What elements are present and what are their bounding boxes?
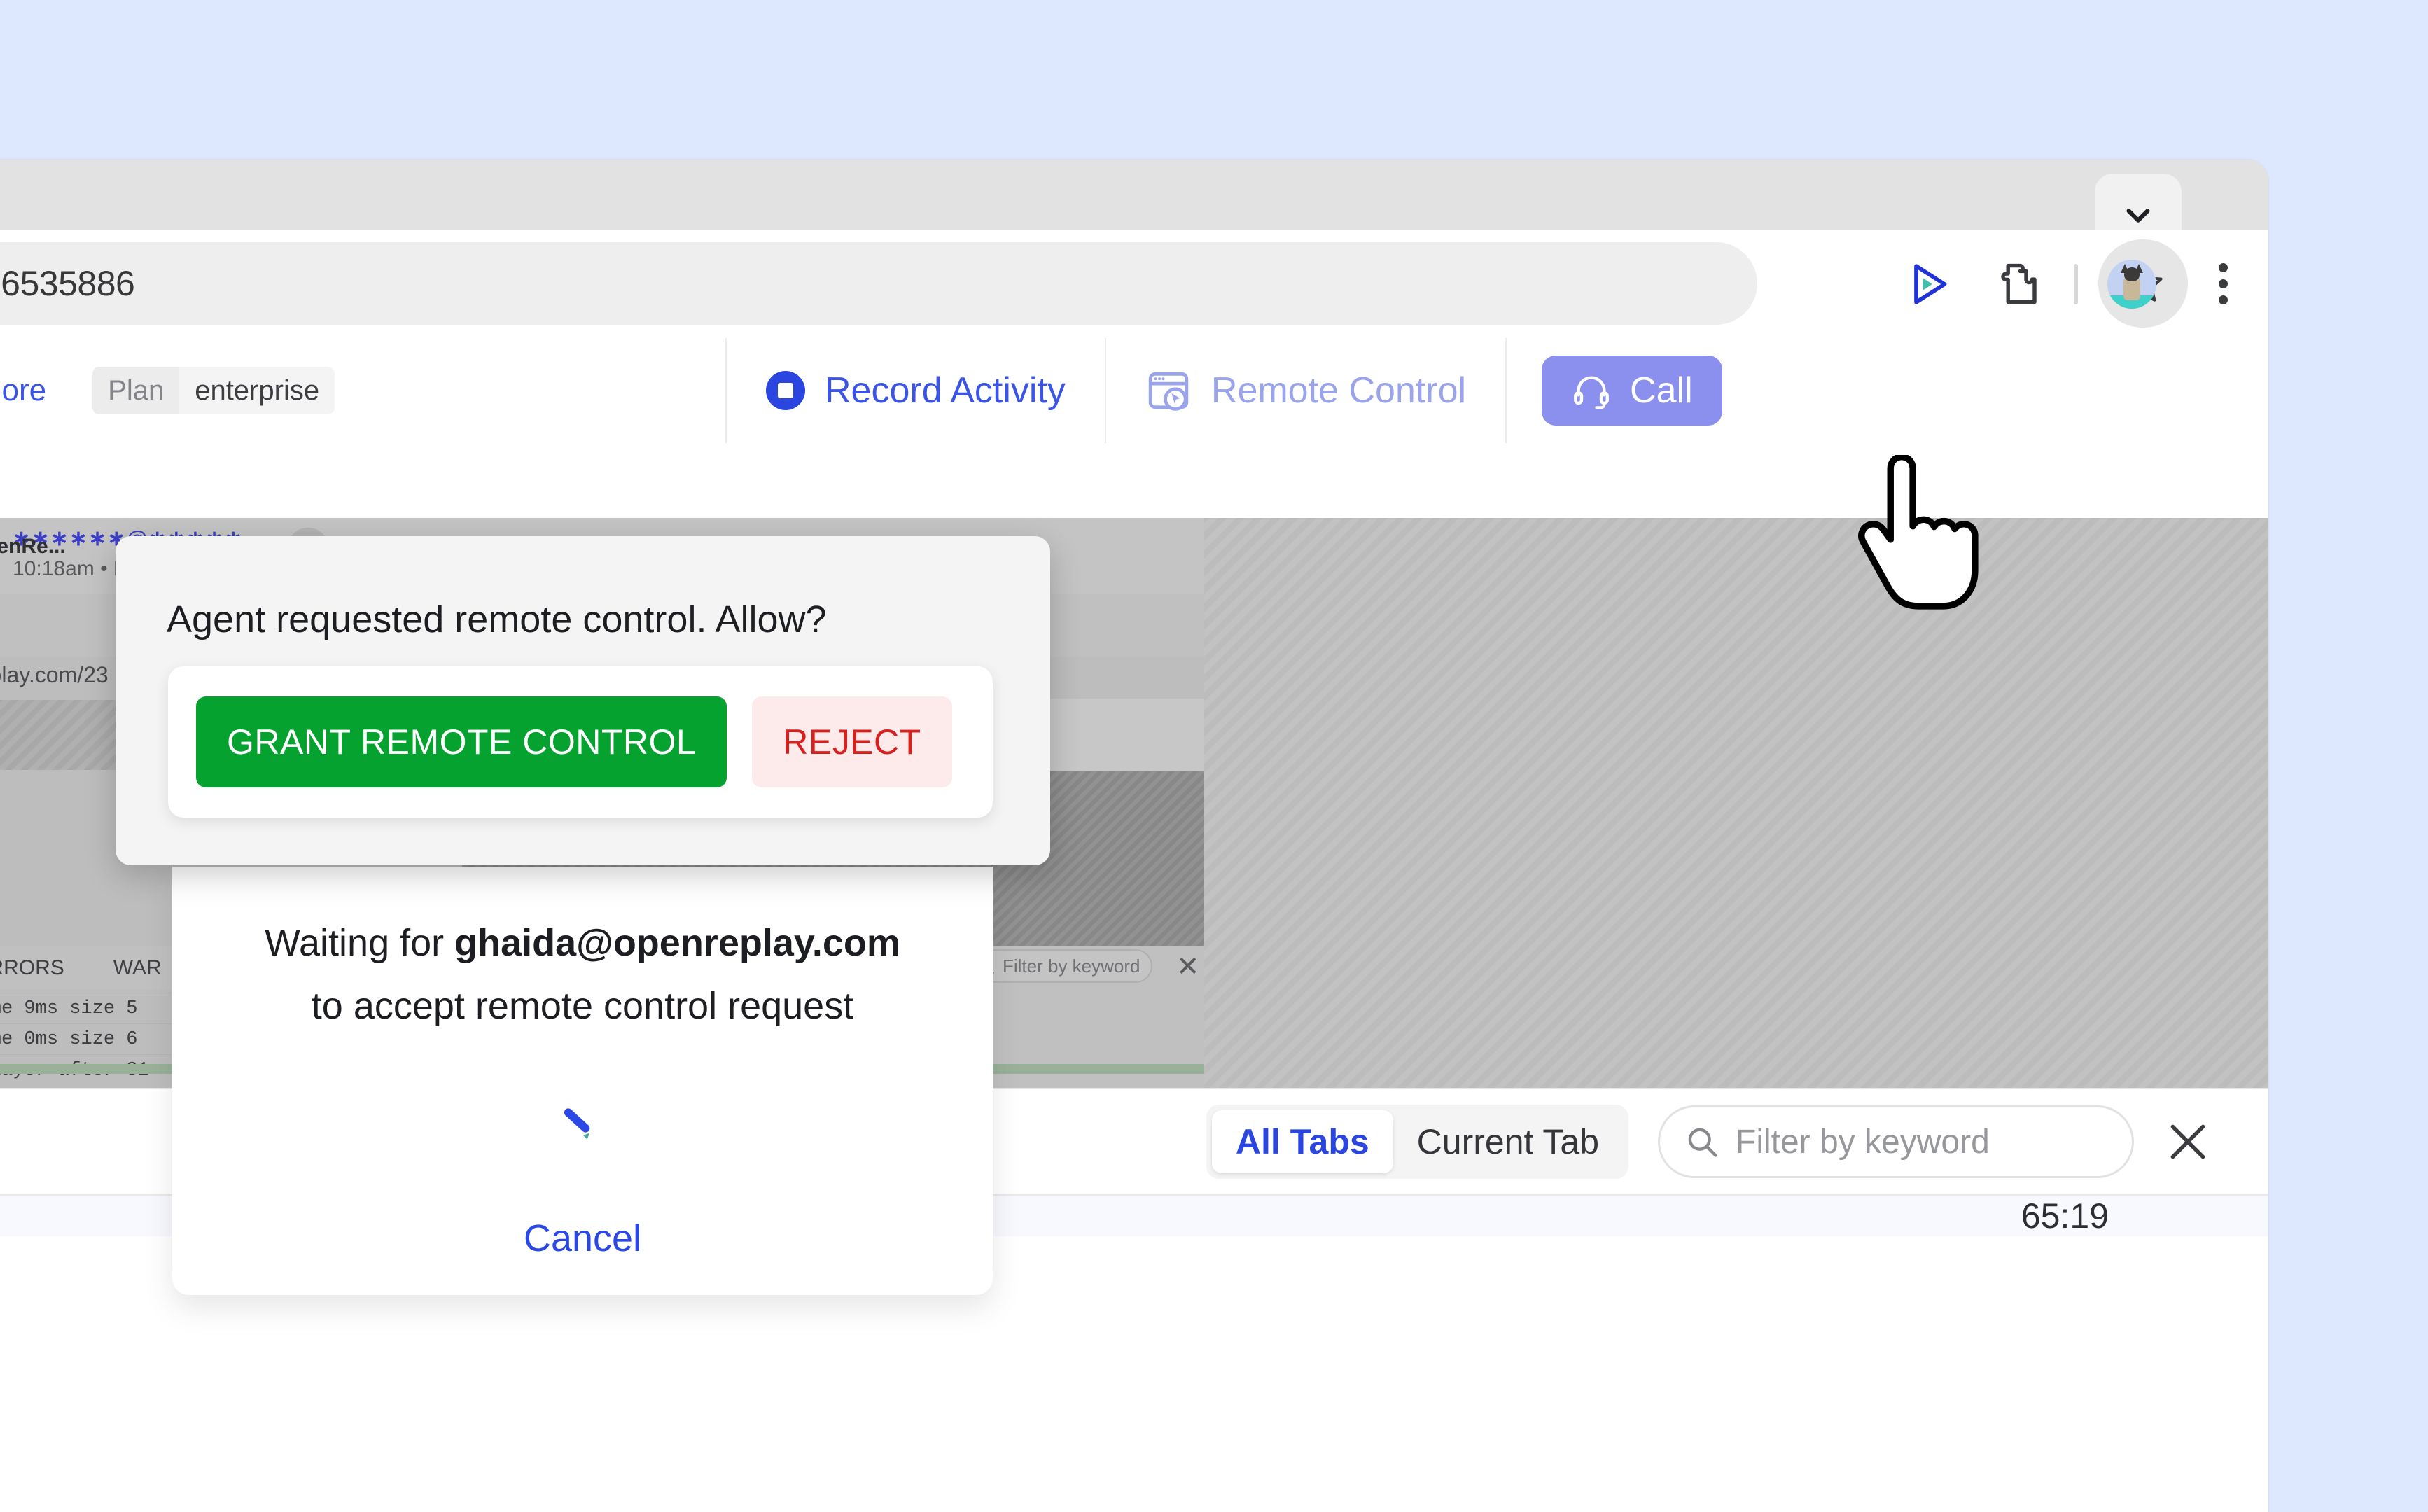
plan-badge: Plan enterprise bbox=[92, 367, 335, 414]
search-icon bbox=[1688, 1128, 1717, 1157]
browser-toolbar: 56436916535886 bbox=[0, 230, 2268, 338]
close-x-icon bbox=[2170, 1124, 2205, 1159]
footer-timestamp: 65:19 bbox=[2021, 1196, 2109, 1236]
plan-group: Plan enterprise bbox=[92, 367, 335, 414]
remote-control-button[interactable]: Remote Control bbox=[1106, 338, 1507, 443]
browser-menu-button[interactable] bbox=[2177, 230, 2268, 338]
filter-input-placeholder: Filter by keyword bbox=[1736, 1123, 1990, 1161]
tab-current-tab[interactable]: Current Tab bbox=[1393, 1110, 1623, 1173]
three-dot-menu-icon bbox=[2218, 263, 2228, 304]
remote-control-label: Remote Control bbox=[1210, 370, 1467, 411]
address-bar[interactable]: 56436916535886 bbox=[0, 242, 1757, 325]
devtools-close-button[interactable] bbox=[2163, 1117, 2212, 1166]
cast-button[interactable] bbox=[1883, 230, 1974, 338]
profile-button[interactable] bbox=[2086, 230, 2177, 338]
dialog-actions-card: GRANT REMOTE CONTROL REJECT bbox=[168, 666, 993, 818]
waiting-prefix: Waiting for bbox=[265, 922, 455, 964]
remote-control-request-dialog: Agent requested remote control. Allow? G… bbox=[116, 536, 1050, 865]
app-session-header: h•More Plan enterprise Record Activity bbox=[0, 338, 2268, 444]
inner-url: .openreplay.com/23 bbox=[0, 662, 109, 687]
grant-remote-control-button[interactable]: GRANT REMOTE CONTROL bbox=[196, 696, 727, 788]
address-bar-value: 56436916535886 bbox=[0, 264, 135, 303]
inner-timestamp: 65:20 bbox=[1169, 1022, 1204, 1044]
toolbar-divider bbox=[2074, 263, 2078, 304]
inner-console-tab-warn: WAR bbox=[113, 956, 162, 979]
inner-console-tab-errors: ERRORS bbox=[0, 956, 64, 979]
inner-project-name: ns · OpenRe... bbox=[0, 535, 66, 558]
chevron-down-icon bbox=[2126, 209, 2150, 223]
tab-all-tabs[interactable]: All Tabs bbox=[1211, 1110, 1393, 1173]
loading-spinner-icon bbox=[564, 1108, 590, 1140]
tab-scope-segmented-control: All Tabs Current Tab bbox=[1206, 1105, 1628, 1179]
inner-right-close-icon: ✕ bbox=[1176, 951, 1200, 982]
waiting-line-1: Waiting for ghaida@openreplay.com bbox=[172, 921, 993, 965]
waiting-panel: Waiting for ghaida@openreplay.com to acc… bbox=[172, 867, 993, 1295]
record-activity-label: Record Activity bbox=[825, 370, 1066, 411]
call-label: Call bbox=[1630, 370, 1693, 411]
session-more-link[interactable]: More bbox=[0, 373, 46, 407]
record-icon bbox=[766, 371, 805, 410]
plan-badge-key: Plan bbox=[92, 367, 180, 414]
inner-right-filter: Filter by keyword bbox=[965, 949, 1152, 983]
inner-timestamp: 65:19 bbox=[1169, 991, 1204, 1014]
inner-right-filter-placeholder: Filter by keyword bbox=[1003, 955, 1140, 976]
canvas-top-strip bbox=[0, 443, 2268, 518]
remote-control-icon bbox=[1148, 372, 1189, 411]
call-button[interactable]: Call bbox=[1542, 356, 1722, 426]
waiting-email: ghaida@openreplay.com bbox=[454, 922, 900, 964]
headset-icon bbox=[1574, 376, 1609, 410]
session-meta: h•More Plan enterprise bbox=[0, 338, 727, 443]
browser-tabstrip bbox=[0, 160, 2268, 258]
record-activity-button[interactable]: Record Activity bbox=[727, 338, 1106, 443]
puzzle-piece-icon bbox=[2001, 263, 2037, 304]
session-meta-text: h•More bbox=[0, 373, 46, 408]
screen-root: 56436916535886 bbox=[0, 0, 2428, 1512]
waiting-line-2: to accept remote control request bbox=[311, 985, 854, 1027]
filter-input[interactable]: Filter by keyword bbox=[1658, 1105, 2134, 1178]
play-triangle-icon bbox=[1914, 263, 1947, 304]
extensions-button[interactable] bbox=[1974, 230, 2065, 338]
reject-button[interactable]: REJECT bbox=[752, 696, 952, 788]
plan-badge-value: enterprise bbox=[179, 367, 335, 414]
cat-avatar-icon bbox=[2107, 259, 2156, 309]
dialog-question: Agent requested remote control. Allow? bbox=[167, 598, 827, 640]
browser-action-icons bbox=[1883, 230, 2268, 338]
call-button-wrap: Call bbox=[1507, 338, 1757, 443]
waiting-cancel-link[interactable]: Cancel bbox=[172, 1217, 993, 1260]
